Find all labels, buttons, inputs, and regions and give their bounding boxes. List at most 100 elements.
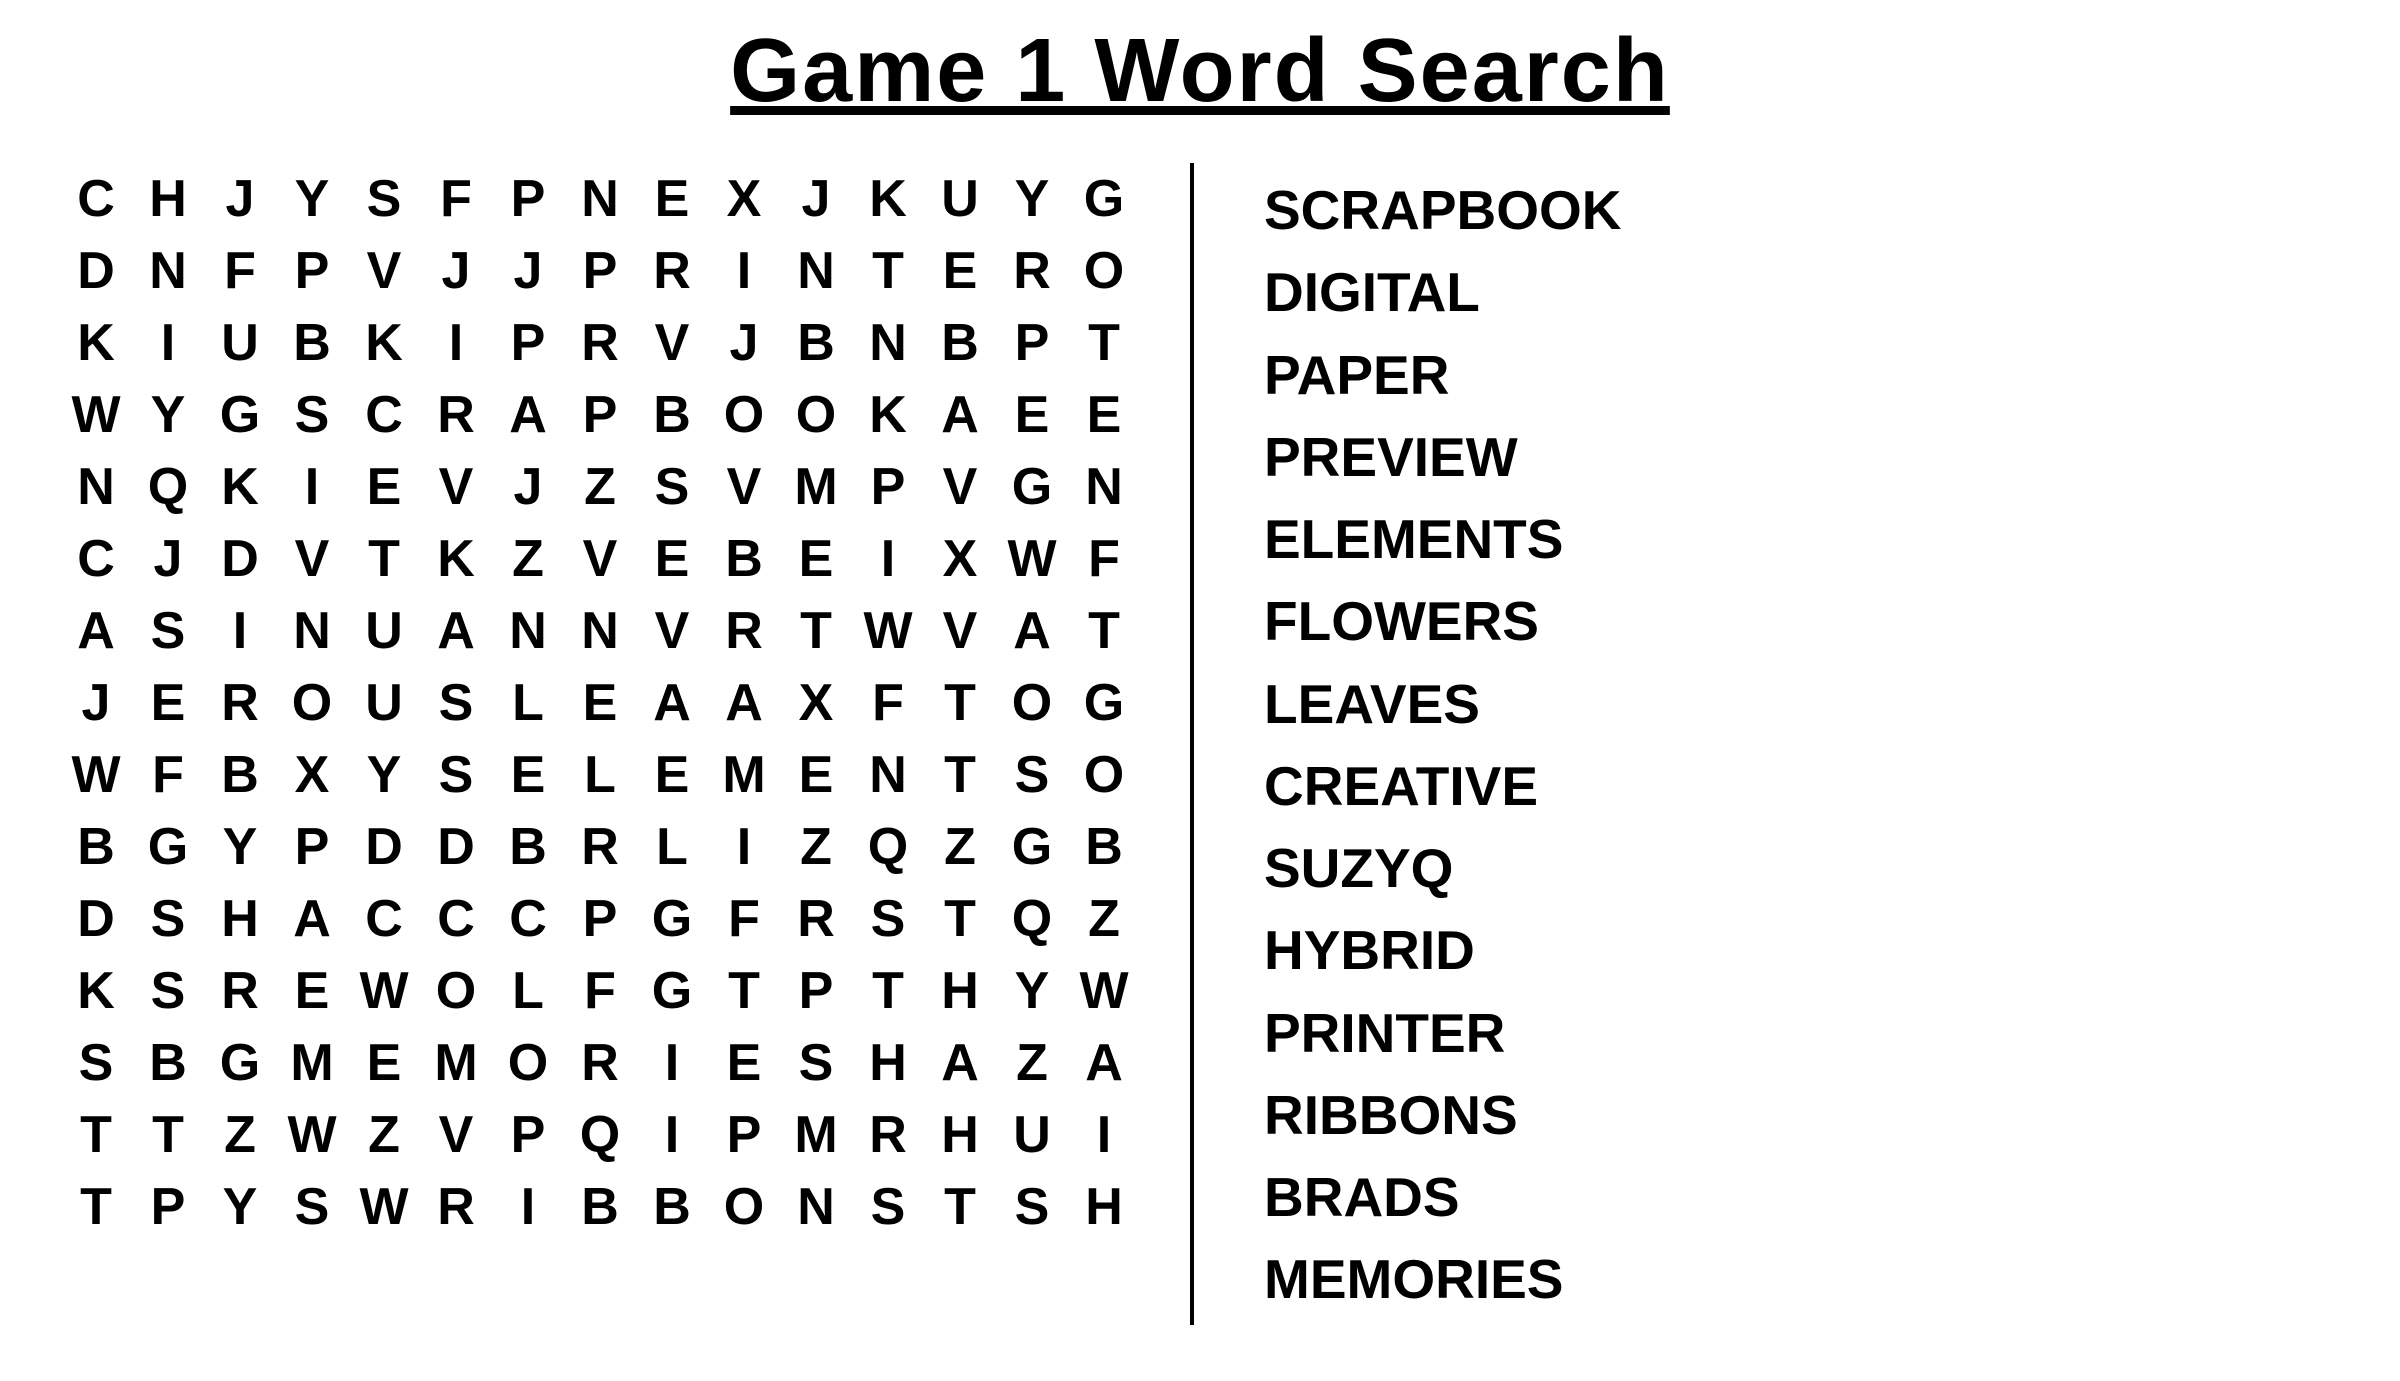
grid-row: CHJYSFPNEXJKUYG [60,163,1140,235]
grid-cell-7-13: O [996,667,1068,739]
grid-cell-14-9: O [708,1171,780,1243]
grid-cell-3-5: R [420,379,492,451]
grid-cell-6-6: N [492,595,564,667]
grid-cell-12-7: R [564,1027,636,1099]
grid-cell-3-14: E [1068,379,1140,451]
grid-cell-8-3: X [276,739,348,811]
word-item-12: BRADS [1264,1160,2340,1234]
grid-cell-6-13: A [996,595,1068,667]
grid-cell-3-6: A [492,379,564,451]
grid-cell-13-5: V [420,1099,492,1171]
grid-cell-7-2: R [204,667,276,739]
grid-cell-7-8: A [636,667,708,739]
word-search-grid: CHJYSFPNEXJKUYGDNFPVJJPRINTEROKIUBKIPRVJ… [60,163,1140,1243]
word-item-6: LEAVES [1264,667,2340,741]
grid-row: NQKIEVJZSVMPVGN [60,451,1140,523]
grid-cell-10-12: T [924,883,996,955]
grid-cell-4-13: G [996,451,1068,523]
grid-cell-9-8: L [636,811,708,883]
grid-cell-12-0: S [60,1027,132,1099]
grid-row: ASINUANNVRTWVAT [60,595,1140,667]
grid-cell-0-11: K [852,163,924,235]
grid-cell-3-3: S [276,379,348,451]
grid-cell-1-3: P [276,235,348,307]
grid-cell-2-6: P [492,307,564,379]
grid-cell-12-5: M [420,1027,492,1099]
grid-row: KIUBKIPRVJBNBPT [60,307,1140,379]
grid-cell-10-4: C [348,883,420,955]
grid-cell-1-8: R [636,235,708,307]
grid-cell-4-1: Q [132,451,204,523]
grid-cell-0-12: U [924,163,996,235]
grid-cell-2-0: K [60,307,132,379]
grid-cell-5-9: B [708,523,780,595]
grid-cell-9-7: R [564,811,636,883]
grid-cell-9-1: G [132,811,204,883]
grid-cell-9-2: Y [204,811,276,883]
grid-cell-8-7: L [564,739,636,811]
grid-cell-11-3: E [276,955,348,1027]
grid-cell-12-2: G [204,1027,276,1099]
vertical-divider [1190,163,1194,1325]
grid-cell-4-4: E [348,451,420,523]
grid-cell-2-14: T [1068,307,1140,379]
grid-cell-2-5: I [420,307,492,379]
grid-cell-14-5: R [420,1171,492,1243]
word-item-11: RIBBONS [1264,1078,2340,1152]
grid-cell-11-6: L [492,955,564,1027]
grid-cell-11-2: R [204,955,276,1027]
grid-cell-11-0: K [60,955,132,1027]
grid-cell-6-11: W [852,595,924,667]
grid-cell-4-14: N [1068,451,1140,523]
grid-cell-9-3: P [276,811,348,883]
grid-cell-6-2: I [204,595,276,667]
grid-cell-14-13: S [996,1171,1068,1243]
grid-cell-11-1: S [132,955,204,1027]
grid-cell-7-7: E [564,667,636,739]
grid-cell-0-7: N [564,163,636,235]
grid-cell-10-5: C [420,883,492,955]
grid-cell-1-1: N [132,235,204,307]
grid-row: DNFPVJJPRINTERO [60,235,1140,307]
grid-cell-0-9: X [708,163,780,235]
grid-cell-2-4: K [348,307,420,379]
grid-cell-14-10: N [780,1171,852,1243]
grid-cell-6-0: A [60,595,132,667]
grid-row: KSREWOLFGTPTHYW [60,955,1140,1027]
grid-cell-5-1: J [132,523,204,595]
grid-cell-1-11: T [852,235,924,307]
grid-cell-2-8: V [636,307,708,379]
grid-cell-12-6: O [492,1027,564,1099]
grid-cell-5-14: F [1068,523,1140,595]
grid-cell-7-11: F [852,667,924,739]
grid-cell-7-1: E [132,667,204,739]
grid-row: WFBXYSELEMENTSO [60,739,1140,811]
grid-cell-10-10: R [780,883,852,955]
grid-cell-9-14: B [1068,811,1140,883]
grid-row: TPYSWRIBBONSTSH [60,1171,1140,1243]
grid-cell-4-0: N [60,451,132,523]
page-title: Game 1 Word Search [730,20,1670,123]
grid-cell-7-9: A [708,667,780,739]
grid-cell-2-11: N [852,307,924,379]
grid-cell-10-6: C [492,883,564,955]
grid-row: BGYPDDBRLIZQZGB [60,811,1140,883]
grid-cell-13-10: M [780,1099,852,1171]
grid-cell-1-4: V [348,235,420,307]
grid-cell-12-1: B [132,1027,204,1099]
grid-row: DSHACCCPGFRSTQZ [60,883,1140,955]
grid-cell-3-12: A [924,379,996,451]
grid-cell-11-14: W [1068,955,1140,1027]
grid-cell-0-0: C [60,163,132,235]
main-content: CHJYSFPNEXJKUYGDNFPVJJPRINTEROKIUBKIPRVJ… [60,163,2340,1325]
word-item-7: CREATIVE [1264,749,2340,823]
grid-cell-9-11: Q [852,811,924,883]
grid-cell-10-11: S [852,883,924,955]
grid-cell-3-9: O [708,379,780,451]
grid-cell-0-1: H [132,163,204,235]
grid-cell-0-8: E [636,163,708,235]
grid-cell-12-10: S [780,1027,852,1099]
grid-cell-1-6: J [492,235,564,307]
grid-cell-10-0: D [60,883,132,955]
grid-cell-5-0: C [60,523,132,595]
